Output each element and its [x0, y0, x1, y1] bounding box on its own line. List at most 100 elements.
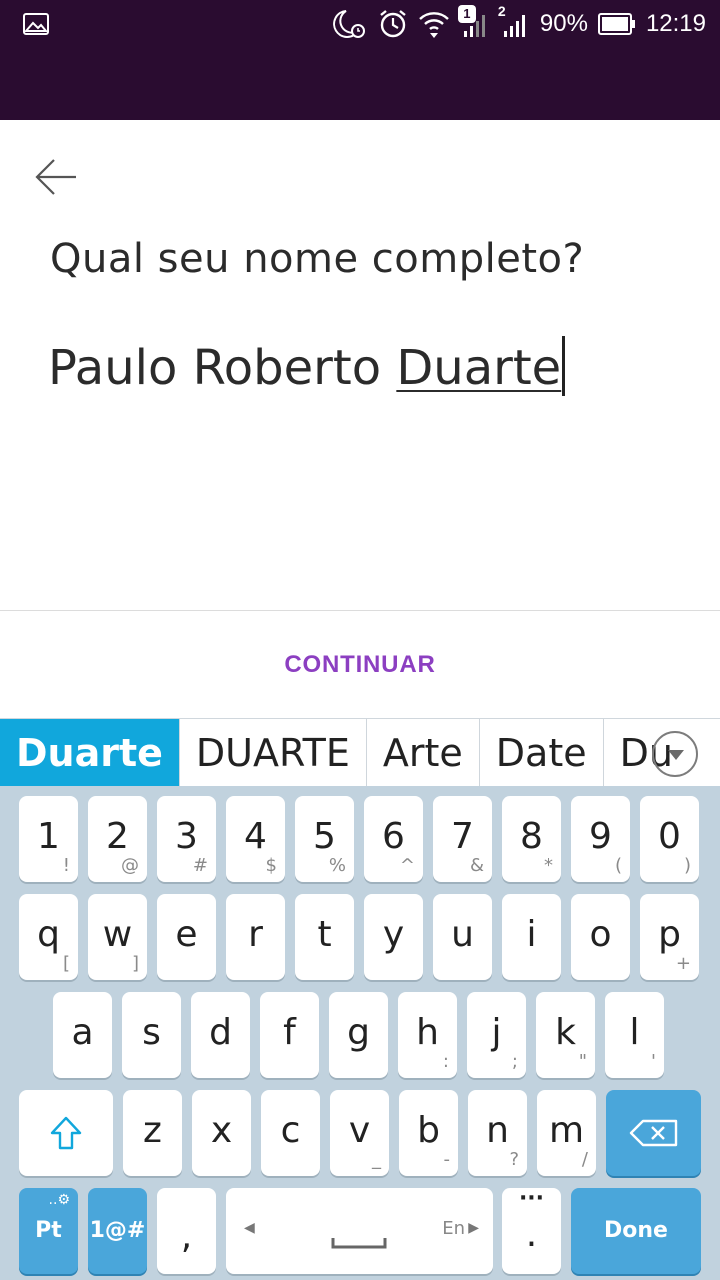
key-l[interactable]: l ' [605, 992, 664, 1078]
key-w[interactable]: w] [88, 894, 147, 980]
key-secondary-label: ( [614, 855, 622, 876]
key-label: p [658, 914, 681, 955]
key-5[interactable]: 5% [295, 796, 354, 882]
period-key[interactable]: ··· . [502, 1186, 561, 1274]
key-label: y [382, 914, 405, 955]
backspace-icon [629, 1119, 677, 1147]
key-y[interactable]: y [364, 894, 423, 980]
key-d[interactable]: d [191, 992, 250, 1078]
language-key[interactable]: ..⚙ Pt [19, 1188, 78, 1274]
key-secondary-label: $ [265, 855, 277, 876]
key-label: a [71, 1012, 94, 1053]
key-4[interactable]: 4 $ [226, 796, 285, 882]
key-j[interactable]: j; [467, 992, 526, 1078]
suggestion-item[interactable]: Arte [367, 719, 480, 786]
key-b[interactable]: b- [399, 1090, 458, 1176]
key-label: 6 [382, 816, 405, 857]
clock: 12:19 [645, 10, 706, 37]
key-secondary-label: ? [509, 1149, 519, 1170]
text-cursor [562, 336, 566, 396]
settings-icon: ..⚙ [48, 1192, 70, 1208]
do-not-disturb-alarm-icon [333, 10, 365, 38]
key-e[interactable]: e [157, 894, 216, 980]
key-o[interactable]: o [571, 894, 630, 980]
key-secondary-label: _ [372, 1149, 381, 1170]
key-label: x [210, 1110, 233, 1151]
key-label: 7 [451, 816, 474, 857]
backspace-key[interactable] [606, 1090, 701, 1176]
key-label: z [143, 1110, 162, 1151]
key-label: 4 [244, 816, 267, 857]
key-label: 2 [106, 816, 129, 857]
key-secondary-label: ] [131, 953, 139, 974]
status-bar: 1 2 90% 12:19 [0, 0, 720, 120]
suggestion-item[interactable]: Date [480, 719, 604, 786]
battery-icon [597, 13, 635, 35]
suggestion-item[interactable]: DUARTE [180, 719, 367, 786]
key-k[interactable]: k " [536, 992, 595, 1078]
key-z[interactable]: z [123, 1090, 182, 1176]
chevron-right-icon: ▶ [468, 1220, 479, 1236]
key-label: h [416, 1012, 439, 1053]
key-1[interactable]: 1! [19, 796, 78, 882]
space-key[interactable]: ◀ En ▶ [226, 1188, 493, 1274]
key-u[interactable]: u [433, 894, 492, 980]
key-q[interactable]: q[ [19, 894, 78, 980]
more-punctuation-icon: ··· [518, 1186, 545, 1211]
key-label: t [317, 914, 332, 955]
key-label: o [589, 914, 612, 955]
gallery-notification-icon [23, 13, 49, 35]
key-6[interactable]: 6 ^ [364, 796, 423, 882]
symbols-key[interactable]: 1@# [88, 1188, 147, 1274]
key-label: n [486, 1110, 509, 1151]
key-n[interactable]: n? [468, 1090, 527, 1176]
key-secondary-label: & [469, 855, 484, 876]
key-i[interactable]: i [502, 894, 561, 980]
key-secondary-label: ^ [399, 855, 415, 876]
key-label: d [209, 1012, 232, 1053]
name-composing-text: Duarte [396, 340, 562, 396]
key-v[interactable]: v _ [330, 1090, 389, 1176]
key-secondary-label: " [578, 1051, 587, 1072]
key-f[interactable]: f [260, 992, 319, 1078]
key-m[interactable]: m / [537, 1090, 596, 1176]
key-x[interactable]: x [192, 1090, 251, 1176]
key-r[interactable]: r [226, 894, 285, 980]
continue-button[interactable]: CONTINUAR [0, 640, 720, 690]
key-secondary-label: * [544, 855, 553, 876]
key-0[interactable]: 0) [640, 796, 699, 882]
key-9[interactable]: 9( [571, 796, 630, 882]
key-a[interactable]: a [53, 992, 112, 1078]
key-secondary-label: # [192, 855, 208, 876]
key-s[interactable]: s [122, 992, 181, 1078]
key-label: 8 [520, 816, 543, 857]
shift-key[interactable] [19, 1090, 113, 1176]
key-g[interactable]: g [329, 992, 388, 1078]
key-7[interactable]: 7 & [433, 796, 492, 882]
key-2[interactable]: 2 @ [88, 796, 147, 882]
key-p[interactable]: p + [640, 894, 699, 980]
back-arrow-icon[interactable] [30, 150, 84, 204]
space-icon [331, 1238, 387, 1249]
chevron-left-icon: ◀ [244, 1220, 255, 1236]
key-label: k [555, 1012, 576, 1053]
key-t[interactable]: t [295, 894, 354, 980]
key-c[interactable]: c [261, 1090, 320, 1176]
alarm-icon [380, 10, 406, 38]
key-label: f [283, 1012, 296, 1053]
key-secondary-label: / [581, 1149, 588, 1170]
key-label: m [548, 1110, 585, 1151]
key-8[interactable]: 8 * [502, 796, 561, 882]
done-key[interactable]: Done [571, 1188, 701, 1274]
comma-key[interactable]: , [157, 1188, 216, 1274]
keyboard: ..⚙ Pt 1@# , ◀ En ▶ ··· . Done 1! 2 @3 #4 $5… [0, 786, 720, 1280]
expand-suggestions-icon[interactable] [652, 731, 698, 777]
key-h[interactable]: h: [398, 992, 457, 1078]
key-label: i [526, 914, 537, 955]
key-label: g [347, 1012, 370, 1053]
shift-icon [50, 1116, 82, 1150]
suggestion-item[interactable]: Duarte [0, 719, 180, 786]
full-name-input[interactable]: Paulo Roberto Duarte [48, 336, 688, 396]
key-label: r [248, 914, 263, 955]
key-3[interactable]: 3 # [157, 796, 216, 882]
